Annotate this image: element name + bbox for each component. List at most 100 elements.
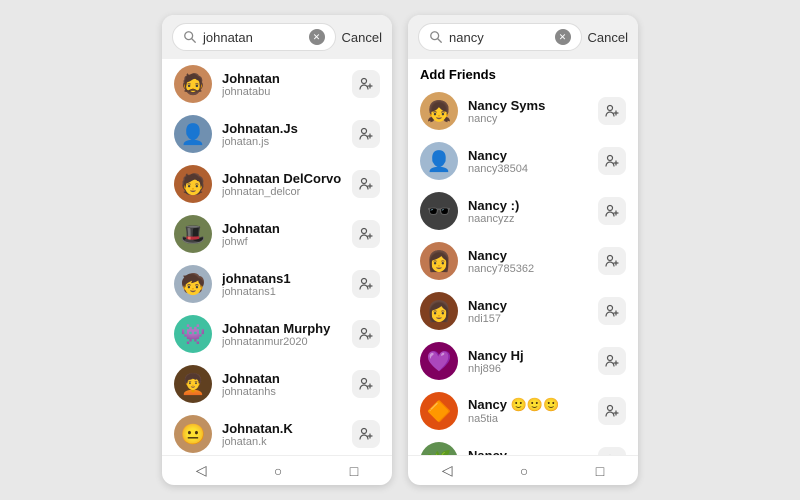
contact-name: Johnatan.Js bbox=[222, 121, 342, 136]
contact-info: Nancy Symsnancy bbox=[468, 98, 588, 125]
left-phone-panel: johnatan ✕ Cancel 🧔 Johnatanjohnatabu 👤 Jo… bbox=[162, 15, 392, 485]
contact-row[interactable]: 🌿 Nancyobnancy bbox=[408, 436, 638, 455]
search-icon-right bbox=[429, 30, 443, 44]
right-bottom-nav: ◁ ○ □ bbox=[408, 455, 638, 485]
add-friend-button[interactable] bbox=[598, 297, 626, 325]
contact-name: Johnatan.K bbox=[222, 421, 342, 436]
left-cancel-button[interactable]: Cancel bbox=[342, 30, 382, 45]
contact-name: Johnatan DelCorvo bbox=[222, 171, 342, 186]
left-contacts-list: 🧔 Johnatanjohnatabu 👤 Johnatan.Jsjohatan.j… bbox=[162, 59, 392, 455]
contact-name: Johnatan bbox=[222, 371, 342, 386]
contact-row[interactable]: 👩Nancynancy785362 bbox=[408, 236, 638, 286]
right-search-input-wrapper[interactable]: nancy ✕ bbox=[418, 23, 582, 51]
add-friends-title: Add Friends bbox=[408, 59, 638, 86]
contact-row[interactable]: 🧑Johnatan DelCorvojohnatan_delcor bbox=[162, 159, 392, 209]
contact-row[interactable]: 🔶Nancy 🙂🙂🙂na5tia bbox=[408, 386, 638, 436]
search-icon bbox=[183, 30, 197, 44]
contact-name: Johnatan Murphy bbox=[222, 321, 342, 336]
contact-name: Nancy bbox=[468, 448, 588, 456]
add-friend-button[interactable] bbox=[598, 97, 626, 125]
contact-info: Johnatanjohwf bbox=[222, 221, 342, 248]
contact-name: Nancy bbox=[468, 248, 588, 263]
contact-row[interactable]: 🧑‍🦱 Johnatanjohnatanhs bbox=[162, 359, 392, 409]
left-search-input-wrapper[interactable]: johnatan ✕ bbox=[172, 23, 336, 51]
right-contacts-list: 👧 Nancy Symsnancy 👤Nancynancy38504 🕶️ Nanc… bbox=[408, 86, 638, 455]
home-nav-button-r[interactable]: ○ bbox=[520, 463, 528, 479]
right-search-text: nancy bbox=[449, 30, 549, 45]
left-search-bar: johnatan ✕ Cancel bbox=[162, 15, 392, 59]
avatar: 😐 bbox=[174, 415, 212, 453]
contact-row[interactable]: 👤Nancynancy38504 bbox=[408, 136, 638, 186]
contact-info: Johnatanjohnatanhs bbox=[222, 371, 342, 398]
contact-row[interactable]: 😐 Johnatan.Kjohatan.k bbox=[162, 409, 392, 455]
right-search-bar: nancy ✕ Cancel bbox=[408, 15, 638, 59]
add-friend-button[interactable] bbox=[598, 247, 626, 275]
contact-row[interactable]: 👾 Johnatan Murphyjohnatanmur2020 bbox=[162, 309, 392, 359]
add-friend-button[interactable] bbox=[598, 197, 626, 225]
home-nav-button[interactable]: ○ bbox=[274, 463, 282, 479]
contact-name: Johnatan bbox=[222, 71, 342, 86]
add-friend-button[interactable] bbox=[352, 170, 380, 198]
avatar: 💜 bbox=[420, 342, 458, 380]
contact-username: johwf bbox=[222, 236, 342, 248]
contact-row[interactable]: 🧔 Johnatanjohnatabu bbox=[162, 59, 392, 109]
add-friend-button[interactable] bbox=[352, 120, 380, 148]
contact-row[interactable]: 🎩 Johnatanjohwf bbox=[162, 209, 392, 259]
contact-username: nancy785362 bbox=[468, 263, 588, 275]
add-friend-button[interactable] bbox=[598, 397, 626, 425]
square-nav-button-r[interactable]: □ bbox=[596, 463, 604, 479]
add-friend-button[interactable] bbox=[352, 370, 380, 398]
contact-info: Johnatan.Kjohatan.k bbox=[222, 421, 342, 448]
avatar: 👧 bbox=[420, 92, 458, 130]
contact-name: johnatans1 bbox=[222, 271, 342, 286]
contact-username: naancyzz bbox=[468, 213, 588, 225]
contact-info: Johnatanjohnatabu bbox=[222, 71, 342, 98]
contact-info: Nancy :)naancyzz bbox=[468, 198, 588, 225]
add-friend-button[interactable] bbox=[352, 70, 380, 98]
right-cancel-button[interactable]: Cancel bbox=[588, 30, 628, 45]
contact-username: na5tia bbox=[468, 413, 588, 425]
right-clear-button[interactable]: ✕ bbox=[555, 29, 571, 45]
contact-info: Nancynancy38504 bbox=[468, 148, 588, 175]
contact-info: Nancy Hjnhj896 bbox=[468, 348, 588, 375]
contact-name: Johnatan bbox=[222, 221, 342, 236]
add-friend-button[interactable] bbox=[352, 320, 380, 348]
add-friend-button[interactable] bbox=[598, 447, 626, 455]
contact-username: nhj896 bbox=[468, 363, 588, 375]
add-friend-button[interactable] bbox=[352, 420, 380, 448]
contact-username: johnatans1 bbox=[222, 286, 342, 298]
contact-row[interactable]: 👧 Nancy Symsnancy bbox=[408, 86, 638, 136]
contact-name: Nancy Syms bbox=[468, 98, 588, 113]
avatar: 👤 bbox=[174, 115, 212, 153]
left-clear-button[interactable]: ✕ bbox=[309, 29, 325, 45]
add-friend-button[interactable] bbox=[598, 347, 626, 375]
avatar: 🧔 bbox=[174, 65, 212, 103]
contact-info: Nancyobnancy bbox=[468, 448, 588, 456]
add-friend-button[interactable] bbox=[352, 270, 380, 298]
avatar: 🕶️ bbox=[420, 192, 458, 230]
avatar: 🎩 bbox=[174, 215, 212, 253]
square-nav-button[interactable]: □ bbox=[350, 463, 358, 479]
add-friend-button[interactable] bbox=[598, 147, 626, 175]
contact-username: johnatan_delcor bbox=[222, 186, 342, 198]
contact-info: Nancy 🙂🙂🙂na5tia bbox=[468, 397, 588, 425]
contact-row[interactable]: 💜 Nancy Hjnhj896 bbox=[408, 336, 638, 386]
contact-row[interactable]: 🕶️ Nancy :)naancyzz bbox=[408, 186, 638, 236]
contact-info: Johnatan.Jsjohatan.js bbox=[222, 121, 342, 148]
avatar: 👩 bbox=[420, 292, 458, 330]
contact-row[interactable]: 👩 Nancyndi157 bbox=[408, 286, 638, 336]
add-friend-button[interactable] bbox=[352, 220, 380, 248]
contact-username: johnatanmur2020 bbox=[222, 336, 342, 348]
contact-info: johnatans1johnatans1 bbox=[222, 271, 342, 298]
contact-row[interactable]: 🧒johnatans1johnatans1 bbox=[162, 259, 392, 309]
contact-name: Nancy 🙂🙂🙂 bbox=[468, 397, 588, 413]
contact-info: Johnatan Murphyjohnatanmur2020 bbox=[222, 321, 342, 348]
avatar: 🌿 bbox=[420, 442, 458, 455]
back-nav-button-r[interactable]: ◁ bbox=[442, 462, 453, 479]
contact-info: Nancyndi157 bbox=[468, 298, 588, 325]
contact-row[interactable]: 👤 Johnatan.Jsjohatan.js bbox=[162, 109, 392, 159]
contact-username: johatan.k bbox=[222, 436, 342, 448]
avatar: 🧑‍🦱 bbox=[174, 365, 212, 403]
back-nav-button[interactable]: ◁ bbox=[196, 462, 207, 479]
avatar: 👾 bbox=[174, 315, 212, 353]
